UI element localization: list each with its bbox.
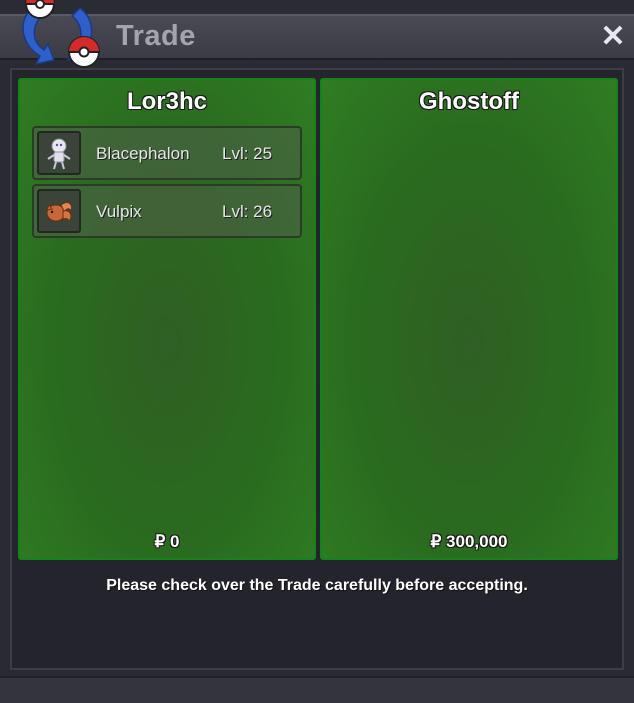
pokemon-slot[interactable]: Vulpix Lvl: 26 [32,184,302,238]
left-trader-money: ₽ 0 [154,532,180,551]
pokemon-level: Lvl: 25 [222,144,273,163]
pokemon-icon-box [37,131,81,175]
pokemon-icon-box [37,189,81,233]
right-trader-money: ₽ 300,000 [430,532,508,551]
left-trader-name: Lor3hc [126,88,207,115]
close-button[interactable]: ✕ [598,22,628,52]
window-title: Trade [116,20,196,52]
pokemon-name: Vulpix [96,202,142,221]
trade-logo-icon [22,0,100,68]
trade-notice-text: Please check over the Trade carefully be… [106,577,528,594]
left-trader-panel: Lor3hc Blacephalon Lvl: 25 Vulpix Lvl: 2… [18,78,316,560]
trade-window: Trade ✕ Lor3hc Blacephalon Lvl: 25 Vulpi… [0,0,634,703]
vulpix-sprite-icon [46,202,72,222]
pokemon-name: Blacephalon [96,144,190,163]
pokemon-slot[interactable]: Blacephalon Lvl: 25 [32,126,302,180]
blacephalon-sprite-icon [47,138,71,170]
right-trader-name: Ghostoff [419,88,519,115]
pokemon-level: Lvl: 26 [222,202,273,221]
right-trader-panel: Ghostoff ₽ 300,000 [320,78,618,560]
window-bottom-frame [0,676,634,703]
